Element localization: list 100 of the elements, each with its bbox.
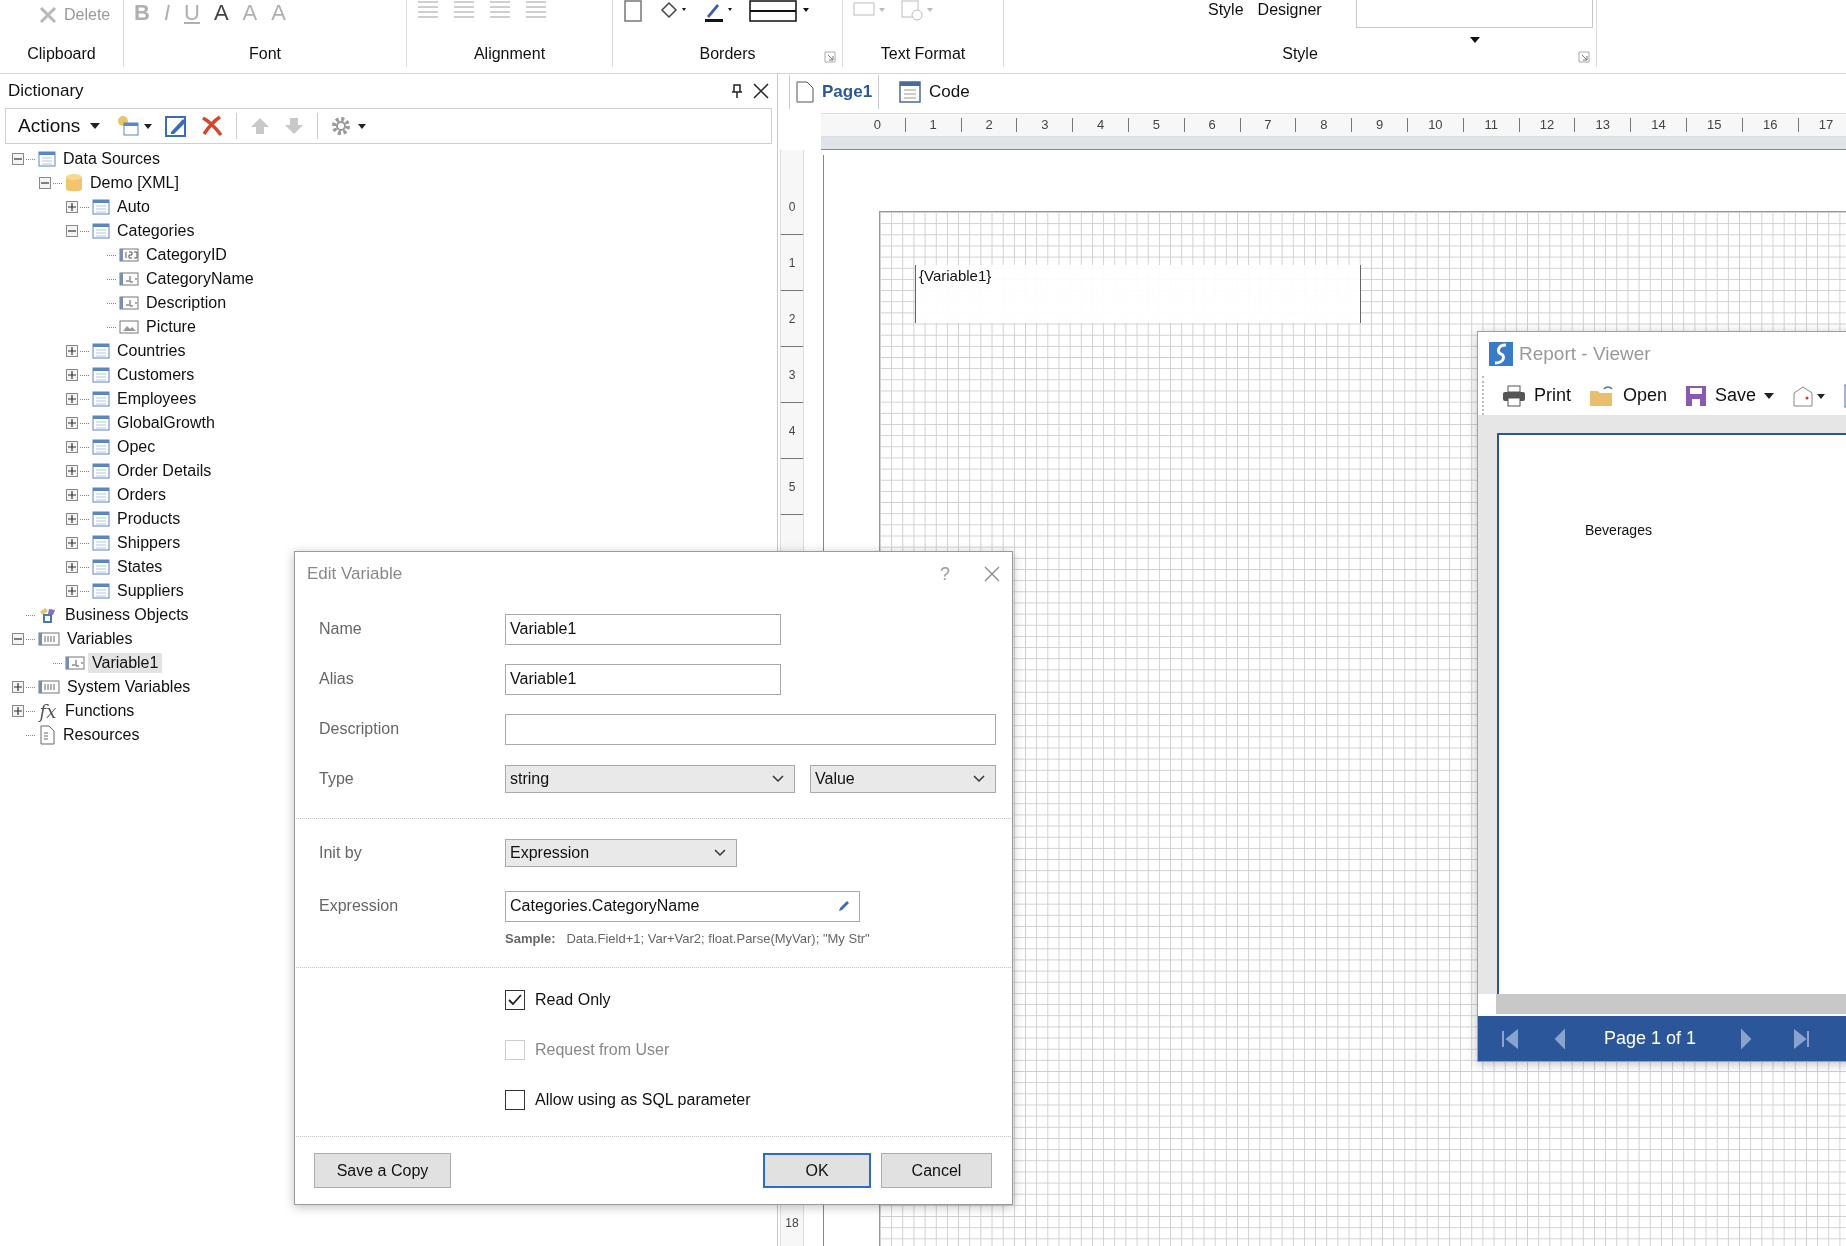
actions-menu[interactable]: Actions	[14, 115, 105, 137]
tree-item[interactable]: States	[113, 557, 167, 577]
alias-field[interactable]: Variable1	[505, 663, 781, 695]
text-component[interactable]: {Variable1}	[915, 265, 1361, 323]
copy-style-button[interactable]: Style	[1208, 0, 1244, 19]
expand-toggle[interactable]	[12, 681, 24, 693]
ruler-label: 15	[1686, 118, 1743, 132]
tree-item[interactable]: Products	[113, 509, 185, 529]
ruler-label: 5	[781, 459, 803, 515]
tree-item[interactable]: CategoryName	[142, 269, 258, 289]
tree-item[interactable]: Opec	[113, 437, 160, 457]
collapse-toggle[interactable]	[39, 177, 51, 189]
minus-icon	[68, 227, 76, 235]
field-icon	[119, 248, 139, 262]
dialog-launcher-icon[interactable]	[1578, 51, 1590, 63]
page-icon	[796, 81, 814, 103]
expand-toggle[interactable]	[66, 489, 78, 501]
tree-item[interactable]: Categories	[113, 221, 199, 241]
tree-item[interactable]: Variables	[63, 629, 137, 649]
toolbar-button[interactable]: Save	[1685, 384, 1775, 407]
ruler-label: 10	[1407, 118, 1464, 132]
tree-item[interactable]: Demo [XML]	[86, 173, 183, 193]
settings-icon[interactable]	[330, 114, 369, 138]
table-icon	[92, 199, 110, 215]
expand-toggle[interactable]	[66, 585, 78, 597]
font-style-button[interactable]: A	[213, 0, 229, 26]
collapse-toggle[interactable]	[66, 225, 78, 237]
toolbar-button[interactable]: Open	[1589, 384, 1668, 407]
dialog-button[interactable]: OK	[763, 1153, 871, 1188]
tree-item[interactable]: Functions	[61, 701, 139, 721]
tree-item[interactable]: Variable1	[88, 653, 163, 673]
collapse-toggle[interactable]	[12, 153, 24, 165]
toolbar-button[interactable]: Print	[1502, 384, 1571, 407]
name-field[interactable]: Variable1	[505, 613, 781, 645]
mode-select[interactable]: Value	[810, 765, 996, 793]
expand-toggle[interactable]	[66, 345, 78, 357]
style-designer-button[interactable]: Designer	[1257, 0, 1322, 19]
ruler-label: 1	[905, 118, 962, 132]
tree-item[interactable]: Auto	[113, 197, 154, 217]
expression-field[interactable]: Categories.CategoryName	[505, 890, 860, 922]
table-icon	[92, 511, 110, 527]
tree-item[interactable]: GlobalGrowth	[113, 413, 219, 433]
expand-toggle[interactable]	[66, 561, 78, 573]
expand-toggle[interactable]	[12, 705, 24, 717]
expand-toggle[interactable]	[66, 201, 78, 213]
dialog-button[interactable]: Save a Copy	[314, 1153, 451, 1188]
export-icon[interactable]	[1792, 384, 1827, 407]
tree-item[interactable]: Order Details	[113, 461, 216, 481]
init-by-select[interactable]: Expression	[505, 839, 737, 867]
close-icon[interactable]	[753, 83, 769, 99]
tree-item[interactable]: Data Sources	[59, 149, 164, 169]
ruler-label: 11	[1463, 118, 1520, 132]
expand-toggle[interactable]	[66, 369, 78, 381]
plus-icon	[14, 683, 22, 691]
image-field-icon	[119, 320, 139, 334]
plus-icon	[68, 587, 76, 595]
expand-toggle[interactable]	[66, 441, 78, 453]
ribbon-group-label: Borders	[698, 45, 757, 64]
component-text: {Variable1}	[919, 267, 992, 284]
tree-item[interactable]: Shippers	[113, 533, 185, 553]
tree-item[interactable]: Picture	[142, 317, 200, 337]
description-field[interactable]	[505, 713, 996, 745]
field-icon	[119, 296, 139, 310]
plus-icon	[68, 203, 76, 211]
expand-toggle[interactable]	[66, 417, 78, 429]
first-page-icon[interactable]	[1500, 1027, 1520, 1050]
expand-toggle[interactable]	[66, 465, 78, 477]
dialog-button[interactable]: Cancel	[881, 1153, 992, 1188]
horizontal-scrollbar[interactable]	[1478, 994, 1846, 1014]
new-item-icon[interactable]	[116, 114, 153, 138]
type-select[interactable]: string	[505, 765, 795, 793]
dialog-launcher-icon[interactable]	[824, 51, 836, 63]
variables-icon	[38, 680, 60, 694]
collapse-toggle[interactable]	[12, 633, 24, 645]
expand-toggle[interactable]	[66, 513, 78, 525]
tree-item[interactable]: Resources	[59, 725, 144, 745]
ruler-label: 13	[1575, 118, 1632, 132]
document-tab[interactable]: Code	[893, 75, 976, 109]
pencil-icon[interactable]	[837, 899, 851, 913]
checkbox-label: Request from User	[535, 1041, 670, 1059]
border-icon[interactable]	[623, 0, 645, 24]
document-tab[interactable]: Page1	[789, 75, 880, 109]
tree-item[interactable]: Business Objects	[61, 605, 193, 625]
expand-toggle[interactable]	[66, 393, 78, 405]
tree-item[interactable]: Description	[142, 293, 231, 313]
tree-item[interactable]: System Variables	[63, 677, 195, 697]
delete-icon[interactable]	[200, 114, 225, 138]
table-icon	[92, 559, 110, 575]
tree-item[interactable]: Employees	[113, 389, 201, 409]
tree-item[interactable]: Orders	[113, 485, 170, 505]
tree-item[interactable]: Customers	[113, 365, 199, 385]
edit-icon[interactable]	[164, 114, 189, 138]
tree-item[interactable]: Suppliers	[113, 581, 188, 601]
checkbox[interactable]	[505, 990, 525, 1010]
expand-toggle[interactable]	[66, 537, 78, 549]
tree-item[interactable]: Countries	[113, 341, 190, 361]
tree-item[interactable]: CategoryID	[142, 245, 231, 265]
pin-icon[interactable]	[731, 84, 743, 98]
checkbox[interactable]	[505, 1090, 525, 1110]
dropdown-icon[interactable]	[1469, 36, 1481, 44]
